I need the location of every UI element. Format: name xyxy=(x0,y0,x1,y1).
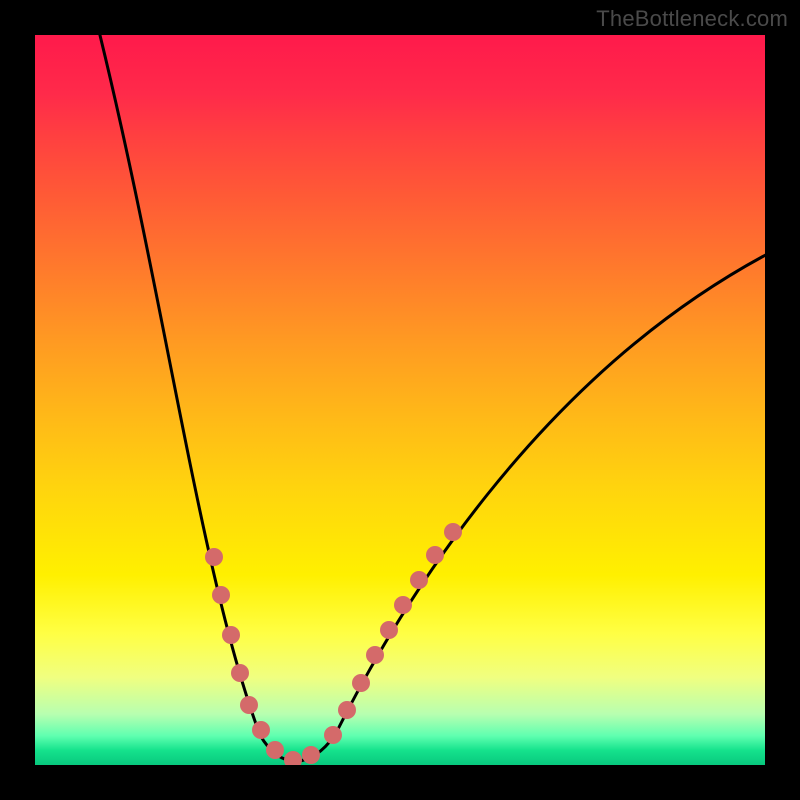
curve-marker xyxy=(240,696,258,714)
curve-marker xyxy=(205,548,223,566)
curve-marker xyxy=(252,721,270,739)
curve-marker xyxy=(380,621,398,639)
bottleneck-curve xyxy=(95,35,765,761)
curve-marker xyxy=(284,751,302,765)
curve-marker xyxy=(444,523,462,541)
curve-marker xyxy=(222,626,240,644)
curve-layer xyxy=(35,35,765,765)
curve-marker xyxy=(266,741,284,759)
watermark-text: TheBottleneck.com xyxy=(596,6,788,32)
curve-marker xyxy=(366,646,384,664)
curve-marker xyxy=(324,726,342,744)
curve-marker xyxy=(394,596,412,614)
plot-area xyxy=(35,35,765,765)
curve-marker xyxy=(410,571,428,589)
curve-marker xyxy=(302,746,320,764)
curve-marker xyxy=(352,674,370,692)
curve-marker xyxy=(426,546,444,564)
curve-marker xyxy=(231,664,249,682)
curve-marker xyxy=(212,586,230,604)
chart-frame: TheBottleneck.com xyxy=(0,0,800,800)
marker-group-left xyxy=(205,548,320,765)
marker-group-right xyxy=(324,523,462,744)
curve-marker xyxy=(338,701,356,719)
